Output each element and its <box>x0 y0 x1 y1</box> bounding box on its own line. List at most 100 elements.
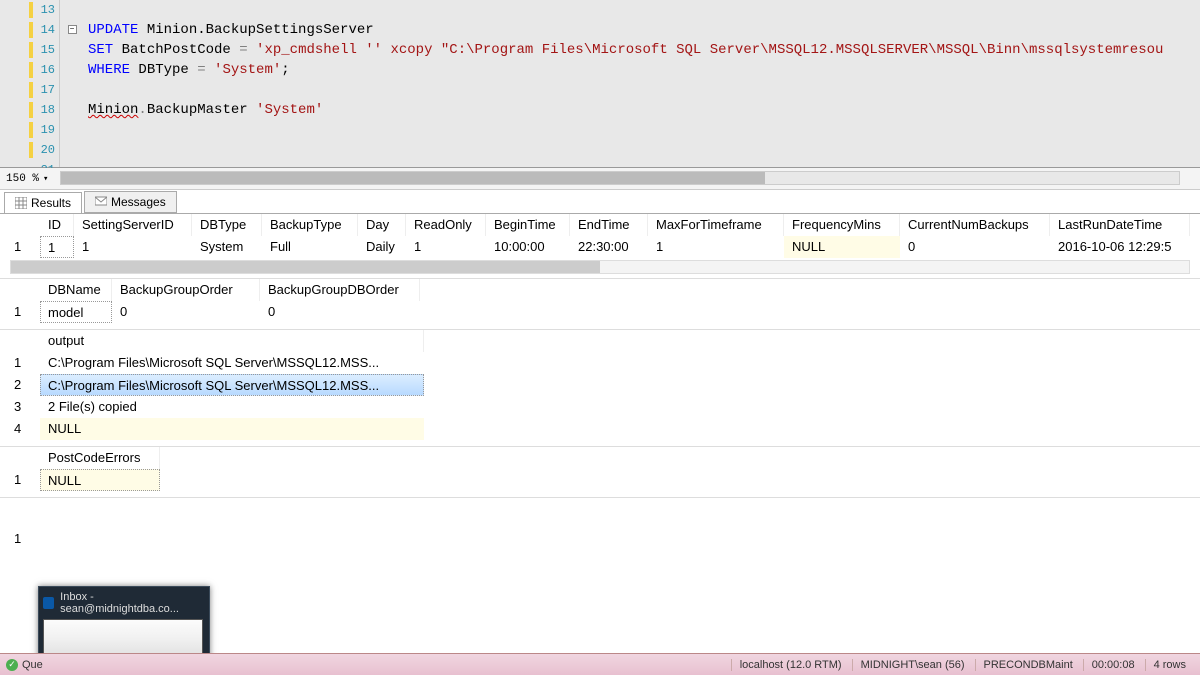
status-bar: ✓ Que localhost (12.0 RTM) MIDNIGHT\sean… <box>0 653 1200 675</box>
row-number[interactable]: 1 <box>0 528 40 550</box>
cell[interactable]: 2 File(s) copied <box>40 396 424 418</box>
cell[interactable]: C:\Program Files\Microsoft SQL Server\MS… <box>40 352 424 374</box>
cell[interactable]: C:\Program Files\Microsoft SQL Server\MS… <box>40 374 424 396</box>
string-literal: 'System' <box>256 102 323 118</box>
cell[interactable]: Full <box>262 236 358 258</box>
column-header[interactable]: MaxForTimeframe <box>648 214 784 236</box>
row-number[interactable]: 2 <box>0 374 40 396</box>
outlook-icon <box>43 597 54 609</box>
status-user: MIDNIGHT\sean (56) <box>852 659 973 671</box>
cell[interactable]: 1 <box>74 236 192 258</box>
row-number[interactable]: 4 <box>0 418 40 440</box>
collapse-toggle-icon[interactable]: − <box>68 25 77 34</box>
row-number[interactable]: 1 <box>0 236 40 258</box>
status-elapsed: 00:00:08 <box>1083 659 1143 671</box>
result-grid-4[interactable]: PostCodeErrors 1 NULL <box>0 447 1200 498</box>
result-grid-5[interactable]: 1 <box>0 498 1200 550</box>
taskbar-preview-title: Inbox - sean@midnightdba.co... <box>60 591 205 615</box>
code-text: BackupMaster <box>147 102 256 118</box>
cell[interactable]: NULL <box>40 469 160 491</box>
column-header[interactable]: BeginTime <box>486 214 570 236</box>
column-header[interactable]: CurrentNumBackups <box>900 214 1050 236</box>
cell[interactable]: NULL <box>40 418 424 440</box>
code-text: ; <box>281 62 289 78</box>
line-number: 13 <box>41 3 55 17</box>
column-header[interactable]: PostCodeErrors <box>40 447 160 469</box>
line-gutter: 13 14 15 16 17 18 19 20 21 <box>0 0 60 167</box>
result-grid-1[interactable]: ID SettingServerID DBType BackupType Day… <box>0 214 1200 279</box>
row-number[interactable]: 3 <box>0 396 40 418</box>
cell[interactable]: 22:30:00 <box>570 236 648 258</box>
cell[interactable]: Daily <box>358 236 406 258</box>
cell[interactable]: model <box>40 301 112 323</box>
line-number: 20 <box>41 143 55 157</box>
line-number: 19 <box>41 123 55 137</box>
results-tabs: Results Messages <box>0 190 1200 214</box>
code-text: DBType <box>130 62 197 78</box>
cell[interactable]: NULL <box>784 236 900 258</box>
cell[interactable]: 2016-10-06 12:29:5 <box>1050 236 1190 258</box>
tab-label: Results <box>31 196 71 210</box>
column-header[interactable]: EndTime <box>570 214 648 236</box>
column-header[interactable]: output <box>40 330 424 352</box>
tab-messages[interactable]: Messages <box>84 191 177 213</box>
code-editor: 13 14 15 16 17 18 19 20 21 − UPDATE Mini… <box>0 0 1200 168</box>
cell[interactable]: 0 <box>112 301 260 323</box>
code-text: BatchPostCode <box>113 42 239 58</box>
row-number[interactable]: 1 <box>0 469 40 491</box>
grid-hscrollbar[interactable] <box>10 260 1190 274</box>
cell[interactable]: 1 <box>406 236 486 258</box>
collapse-gutter[interactable]: − <box>66 0 78 34</box>
keyword: WHERE <box>88 62 130 78</box>
status-server: localhost (12.0 RTM) <box>731 659 850 671</box>
row-number[interactable]: 1 <box>0 301 40 323</box>
tab-results[interactable]: Results <box>4 192 82 213</box>
status-rows: 4 rows <box>1145 659 1194 671</box>
row-number[interactable]: 1 <box>0 352 40 374</box>
status-query-text: Que <box>22 659 43 671</box>
column-header[interactable]: LastRunDateTime <box>1050 214 1190 236</box>
line-number: 15 <box>41 43 55 57</box>
column-header[interactable]: DBType <box>192 214 262 236</box>
column-header[interactable]: ID <box>40 214 74 236</box>
cell[interactable]: 10:00:00 <box>486 236 570 258</box>
column-header[interactable]: BackupType <box>262 214 358 236</box>
status-database: PRECONDBMaint <box>975 659 1081 671</box>
cell[interactable]: 1 <box>648 236 784 258</box>
line-number: 17 <box>41 83 55 97</box>
operator: = <box>197 62 205 78</box>
zoom-toolbar: 150 % ▾ <box>0 168 1200 190</box>
column-header[interactable]: DBName <box>40 279 112 301</box>
operator: = <box>239 42 247 58</box>
code-text-area[interactable]: UPDATE Minion.BackupSettingsServer SET B… <box>60 0 1200 167</box>
column-header[interactable]: BackupGroupOrder <box>112 279 260 301</box>
column-header[interactable]: BackupGroupDBOrder <box>260 279 420 301</box>
column-header[interactable]: ReadOnly <box>406 214 486 236</box>
tab-label: Messages <box>111 195 166 209</box>
column-header[interactable]: SettingServerID <box>74 214 192 236</box>
string-literal: 'xp_cmdshell '' xcopy "C:\Program Files\… <box>248 42 1164 58</box>
result-grid-2[interactable]: DBName BackupGroupOrder BackupGroupDBOrd… <box>0 279 1200 330</box>
line-number: 18 <box>41 103 55 117</box>
code-text: Minion <box>88 102 138 118</box>
line-number: 14 <box>41 23 55 37</box>
editor-hscrollbar[interactable] <box>60 171 1180 185</box>
cell[interactable]: 1 <box>40 236 74 258</box>
cell[interactable]: 0 <box>260 301 420 323</box>
cell[interactable]: System <box>192 236 262 258</box>
column-header[interactable]: Day <box>358 214 406 236</box>
line-number: 16 <box>41 63 55 77</box>
zoom-level[interactable]: 150 % <box>6 173 39 185</box>
success-icon: ✓ <box>6 659 18 671</box>
keyword: SET <box>88 42 113 58</box>
cell[interactable]: 0 <box>900 236 1050 258</box>
column-header[interactable]: FrequencyMins <box>784 214 900 236</box>
code-text: Minion.BackupSettingsServer <box>138 22 373 38</box>
keyword: UPDATE <box>88 22 138 38</box>
operator: . <box>138 102 146 118</box>
message-icon <box>95 196 107 208</box>
result-grid-3[interactable]: output 1 C:\Program Files\Microsoft SQL … <box>0 330 1200 447</box>
grid-icon <box>15 197 27 209</box>
zoom-dropdown-icon[interactable]: ▾ <box>43 174 48 184</box>
string-literal: 'System' <box>206 62 282 78</box>
